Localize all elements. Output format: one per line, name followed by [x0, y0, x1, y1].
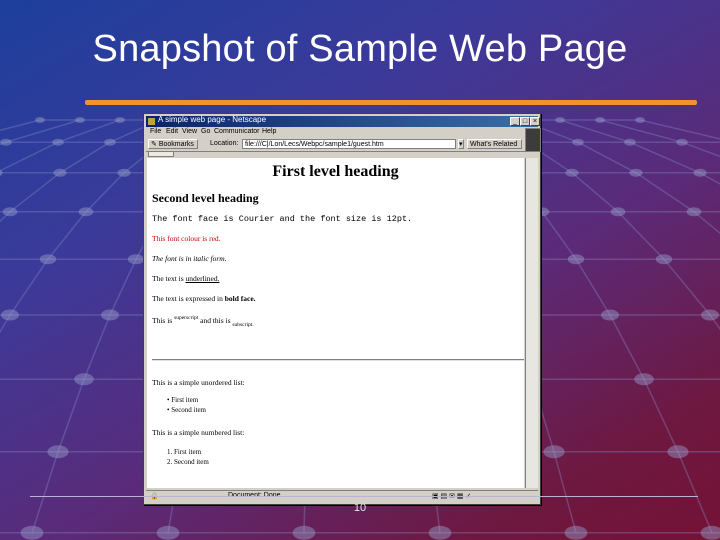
bold-words: bold face. — [224, 294, 256, 303]
red-paragraph: This font colour is red. — [152, 234, 221, 243]
slide-title: Snapshot of Sample Web Page — [92, 28, 628, 70]
window-titlebar[interactable]: A simple web page - Netscape _ □ × — [146, 115, 540, 127]
menu-view[interactable]: View — [182, 128, 197, 135]
location-toolbar: ✎ Bookmarks Location: file:///C|/Lon/Lec… — [146, 128, 541, 152]
bookmarks-button[interactable]: ✎ Bookmarks — [148, 139, 198, 149]
bookmark-icon: ✎ — [151, 141, 157, 148]
bookmarks-label: Bookmarks — [158, 141, 194, 148]
bold-prefix: The text is expressed in — [152, 294, 225, 303]
bold-paragraph: The text is expressed in bold face. — [152, 294, 256, 303]
browser-window: A simple web page - Netscape _ □ × File … — [143, 113, 541, 505]
list-item: • Second item — [167, 406, 207, 414]
courier-paragraph: The font face is Courier and the font si… — [152, 214, 413, 224]
list-item: • First item — [167, 396, 199, 404]
menu-communicator[interactable]: Communicator — [214, 128, 260, 135]
whats-related-button[interactable]: What's Related — [467, 139, 522, 149]
superscript-text: superscript — [174, 315, 199, 321]
horizontal-rule — [152, 359, 524, 361]
script-middle: and this is — [198, 316, 233, 325]
url-input[interactable]: file:///C|/Lon/Lecs/Webpc/sample1/guest.… — [242, 139, 456, 149]
close-button[interactable]: × — [530, 117, 540, 126]
collapse-tab[interactable] — [148, 152, 174, 157]
second-level-heading: Second level heading — [152, 191, 259, 205]
list-item: 2. Second item — [167, 458, 209, 466]
location-label: Location: — [210, 140, 239, 147]
menu-file[interactable]: File — [150, 128, 161, 135]
menu-edit[interactable]: Edit — [166, 128, 178, 135]
underline-paragraph: The text is underlined. — [152, 274, 220, 283]
title-divider — [85, 100, 697, 105]
underline-prefix: The text is — [152, 274, 186, 283]
netscape-icon — [148, 118, 155, 125]
script-paragraph: This is superscript and this is subscrip… — [152, 315, 254, 328]
underlined-word: underlined. — [185, 274, 220, 283]
unordered-list-intro: This is a simple unordered list: — [152, 378, 245, 387]
first-level-heading: First level heading — [272, 163, 399, 180]
list-item: 1. First item — [167, 448, 202, 456]
menu-help[interactable]: Help — [262, 128, 276, 135]
menu-bar: File Edit View Go Communicator Help — [146, 128, 538, 138]
toolbar-grip — [146, 151, 538, 157]
italic-paragraph: The font is in italic form. — [152, 254, 227, 263]
url-dropdown-icon[interactable]: ▾ — [458, 139, 464, 149]
page-viewport: First level heading Second level heading… — [147, 158, 524, 488]
menu-go[interactable]: Go — [201, 128, 210, 135]
ordered-list-intro: This is a simple numbered list: — [152, 428, 245, 437]
subscript-text: subscript. — [232, 322, 254, 328]
maximize-button[interactable]: □ — [520, 117, 530, 126]
minimize-button[interactable]: _ — [510, 117, 520, 126]
page-number: 10 — [353, 502, 367, 514]
window-title: A simple web page - Netscape — [158, 115, 267, 124]
vertical-scrollbar[interactable] — [525, 158, 538, 488]
footer-divider — [30, 496, 698, 497]
netscape-throbber-icon — [525, 128, 541, 152]
script-prefix: This is — [152, 316, 175, 325]
